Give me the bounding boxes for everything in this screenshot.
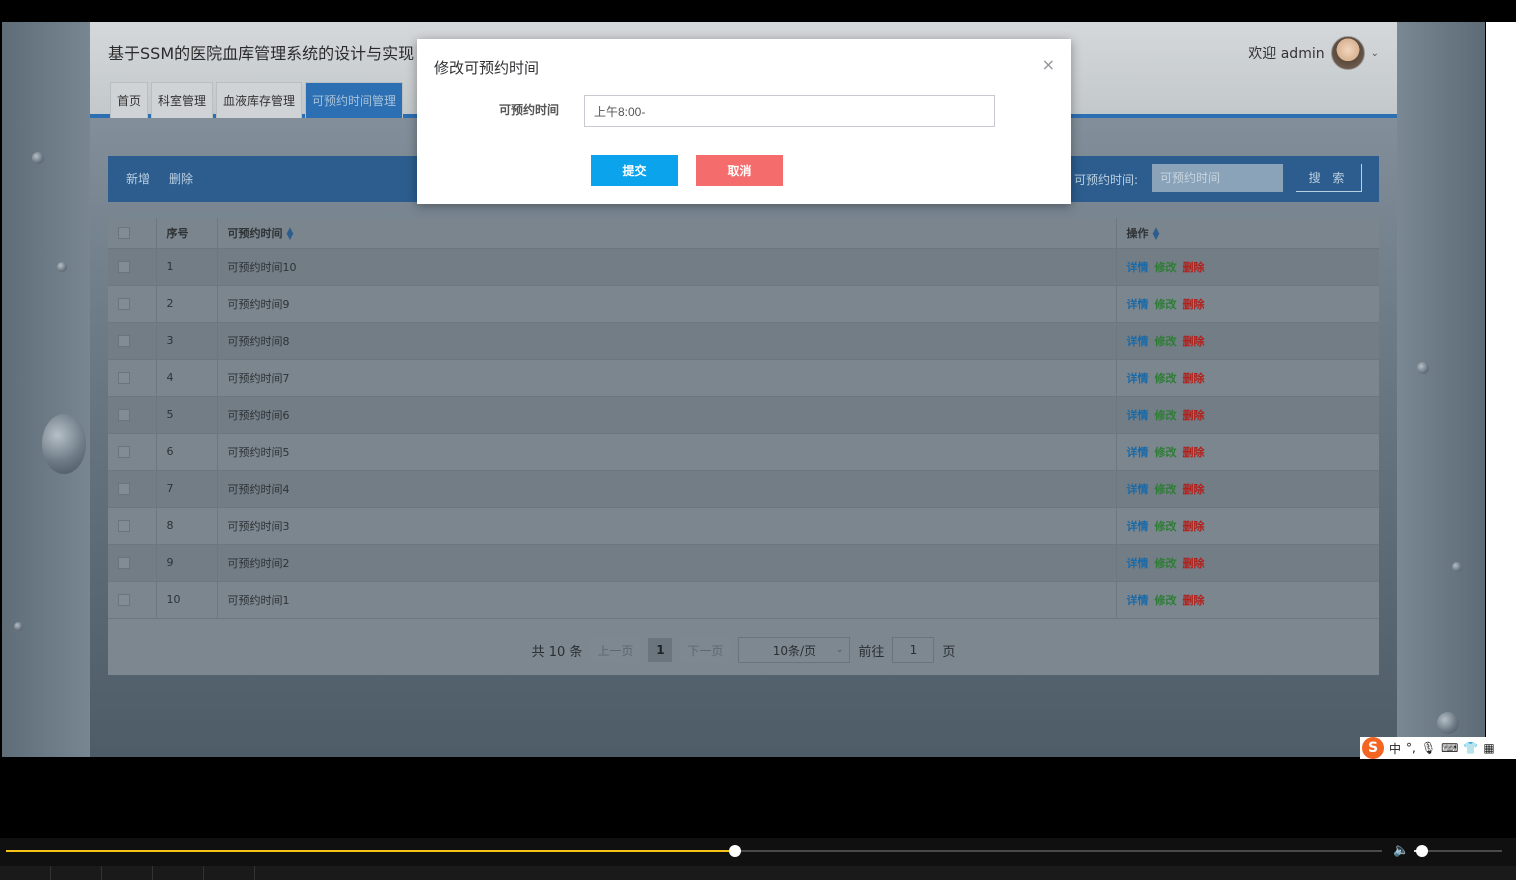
modal-overlay: 修改可预约时间 × 可预约时间 提交 取消 [2,22,1485,757]
punctuation-icon[interactable]: °, [1406,741,1416,755]
field-label: 可预约时间 [499,103,560,117]
browser-viewport: 基于SSM的医院血库管理系统的设计与实现 首页 科室管理 血液库存管理 可预约时… [2,22,1485,757]
sogou-logo-icon[interactable]: S [1362,737,1384,759]
progress-fill [6,850,736,852]
volume-knob[interactable] [1415,845,1428,857]
keyboard-icon[interactable]: ⌨ [1441,741,1458,755]
volume-icon[interactable]: 🔈 [1393,843,1409,858]
volume-track[interactable] [1414,845,1502,857]
modal-title: 修改可预约时间 [434,59,540,77]
browser-scrollbar[interactable] [1486,22,1516,757]
close-icon[interactable]: × [1042,55,1055,74]
player-bottom-bar [0,866,1516,880]
skin-icon[interactable]: 👕 [1463,741,1478,755]
grid-icon[interactable]: ▦ [1483,741,1494,755]
progress-track[interactable] [6,845,1382,857]
cancel-button[interactable]: 取消 [696,155,783,186]
microphone-icon[interactable]: 🎙 [1421,741,1436,755]
progress-knob[interactable] [729,845,742,857]
top-black-bar [0,0,1516,22]
screen: + 基于SSM的医院血库管理系统的设计与实现 首页 科室管理 血液库存管理 可预… [0,0,1516,880]
edit-modal: 修改可预约时间 × 可预约时间 提交 取消 [417,39,1071,204]
ime-toolbar: S 中 °, 🎙 ⌨ 👕 ▦ [1360,737,1516,759]
ime-mode[interactable]: 中 [1389,740,1401,757]
submit-button[interactable]: 提交 [591,155,678,186]
appointment-time-field[interactable] [584,95,995,127]
video-player-bar: 🔈 [0,838,1516,880]
